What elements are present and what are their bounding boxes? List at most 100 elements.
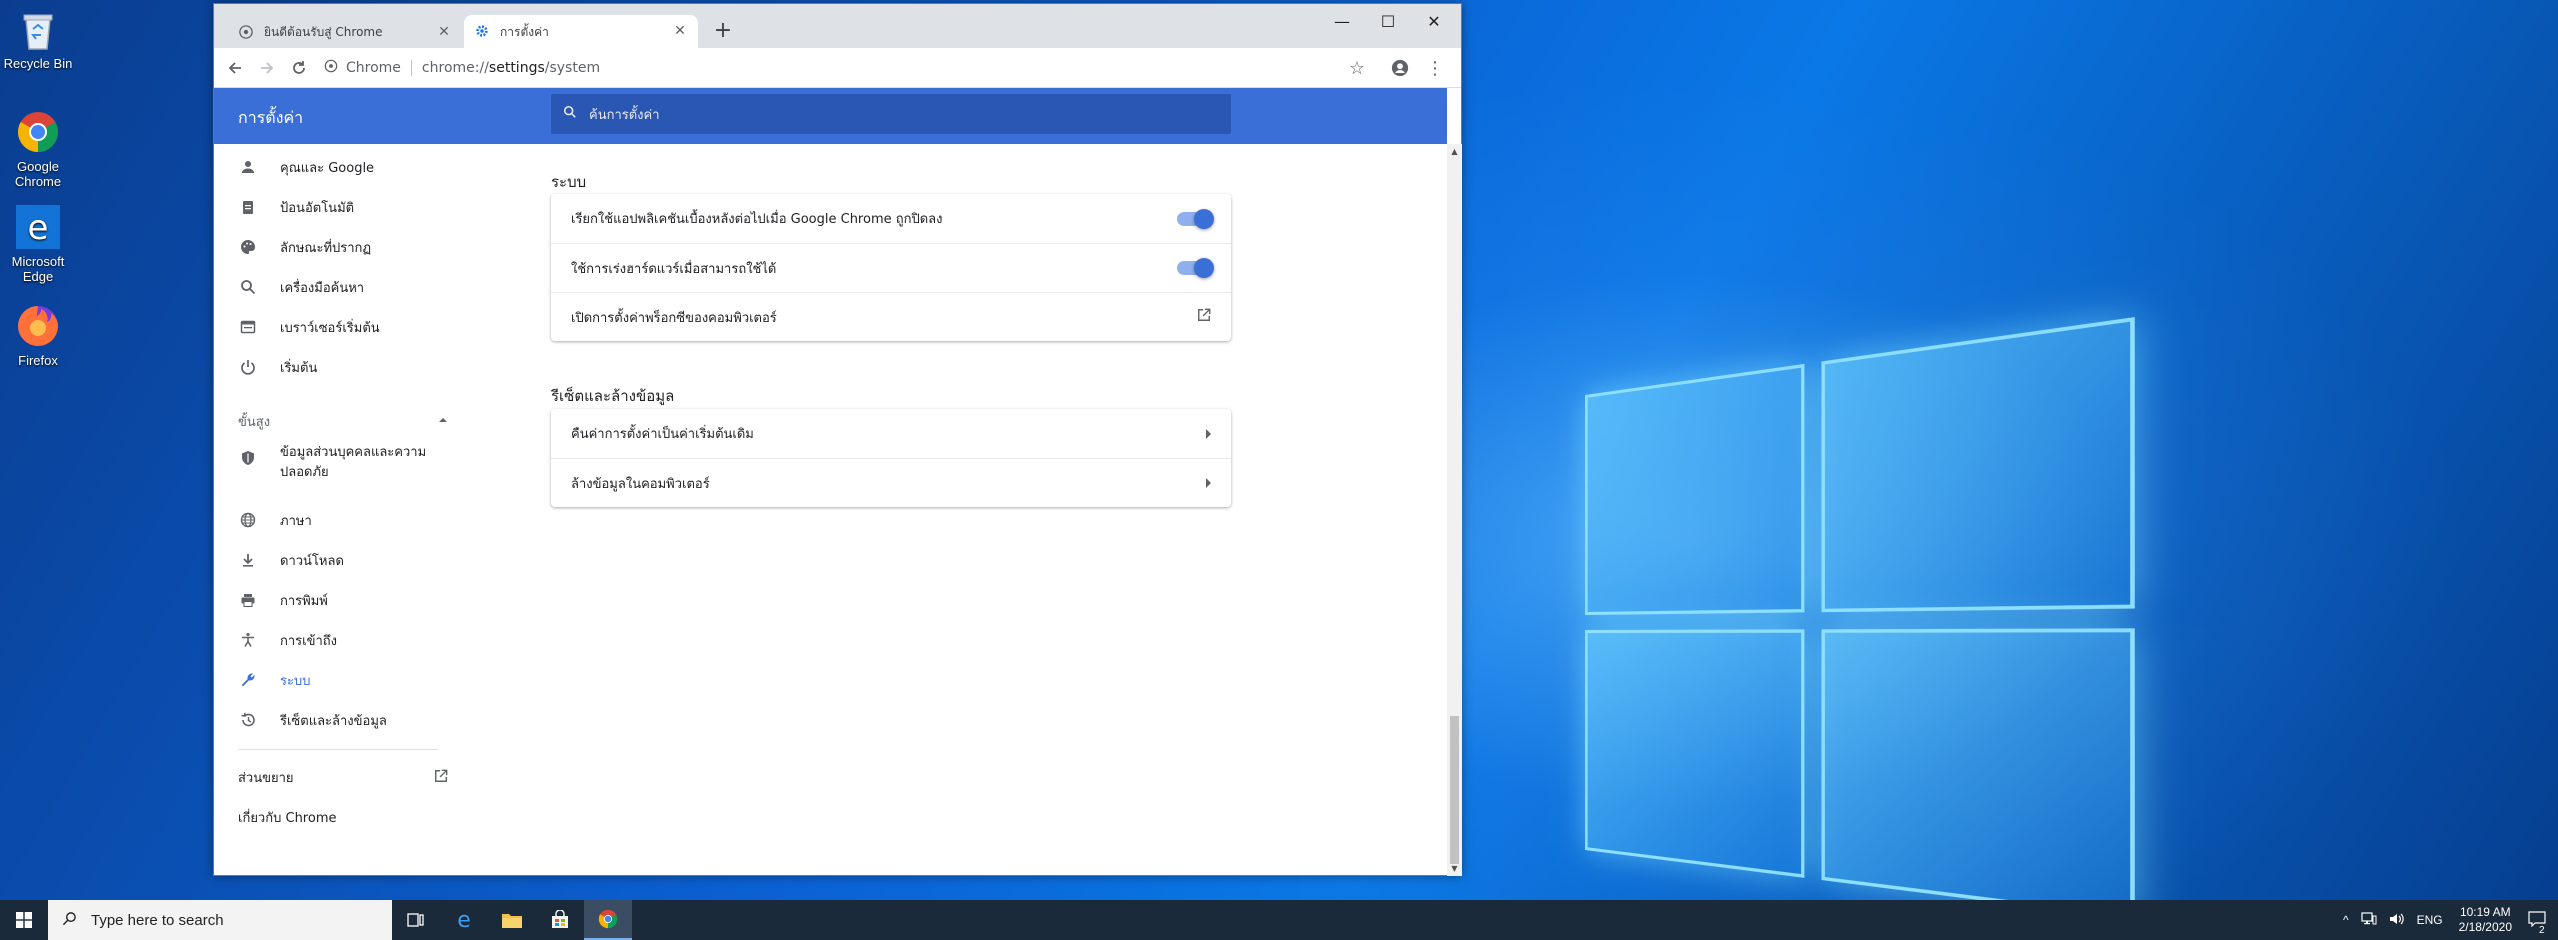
sidebar-item-label: ส่วนขยาย xyxy=(238,771,294,786)
arrow-right-icon xyxy=(1206,478,1211,488)
sidebar-item-system[interactable]: ระบบ xyxy=(214,660,464,700)
chrome-icon xyxy=(598,909,618,929)
new-tab-button[interactable]: + xyxy=(709,18,737,46)
sidebar-item-privacy[interactable]: ข้อมูลส่วนบุคคลและความปลอดภัย xyxy=(214,437,464,489)
windows-logo-wallpaper xyxy=(1585,317,2135,900)
sidebar-item-accessibility[interactable]: การเข้าถึง xyxy=(214,620,464,660)
taskbar-file-explorer[interactable] xyxy=(488,900,536,940)
toolbar: Chrome chrome://settings/system ☆ ⋮ xyxy=(214,48,1461,88)
sidebar-item-search-engine[interactable]: เครื่องมือค้นหา xyxy=(214,267,464,307)
edge-icon: e xyxy=(14,203,62,251)
volume-icon[interactable] xyxy=(2383,912,2411,929)
settings-sidebar: คุณและ Google ป้อนอัตโนมัติ ลักษณะที่ปรา… xyxy=(214,144,464,874)
desktop-icon-edge[interactable]: e Microsoft Edge xyxy=(0,203,76,284)
system-card: เรียกใช้แอปพลิเคชันเบื้องหลังต่อไปเมื่อ … xyxy=(551,194,1231,341)
vertical-scrollbar[interactable]: ▲ ▼ xyxy=(1447,144,1462,876)
task-view-button[interactable] xyxy=(392,900,440,940)
sidebar-item-extensions[interactable]: ส่วนขยาย xyxy=(238,767,448,788)
sidebar-item-label: เริ่มต้น xyxy=(280,360,318,376)
language-indicator[interactable]: ENG xyxy=(2411,913,2449,927)
setting-row-clean-up-computer[interactable]: ล้างข้อมูลในคอมพิวเตอร์ xyxy=(551,458,1231,507)
tab-close-icon[interactable]: ✕ xyxy=(672,23,688,39)
clock-date: 2/18/2020 xyxy=(2458,920,2512,934)
minimize-button[interactable]: — xyxy=(1319,4,1365,40)
reset-card: คืนค่าการตั้งค่าเป็นค่าเริ่มต้นเดิม ล้าง… xyxy=(551,409,1231,507)
profile-icon[interactable] xyxy=(1384,52,1416,84)
setting-label: ใช้การเร่งฮาร์ดแวร์เมื่อสามารถใช้ได้ xyxy=(571,261,777,277)
back-button[interactable] xyxy=(219,52,251,84)
sidebar-item-appearance[interactable]: ลักษณะที่ปรากฏ xyxy=(214,227,464,267)
desktop-icon-recycle-bin[interactable]: Recycle Bin xyxy=(0,5,76,71)
sidebar-item-on-startup[interactable]: เริ่มต้น xyxy=(214,347,464,387)
setting-row-background-apps[interactable]: เรียกใช้แอปพลิเคชันเบื้องหลังต่อไปเมื่อ … xyxy=(551,194,1231,243)
tab-title: การตั้งค่า xyxy=(500,25,549,39)
tab-welcome[interactable]: ยินดีต้อนรับสู่ Chrome ✕ xyxy=(228,16,462,48)
sidebar-advanced-toggle[interactable]: ขั้นสูง xyxy=(238,409,448,433)
forward-button[interactable] xyxy=(251,52,283,84)
sidebar-item-downloads[interactable]: ดาวน์โหลด xyxy=(214,540,464,580)
shield-icon xyxy=(238,448,258,468)
taskbar-chrome[interactable] xyxy=(584,900,632,940)
setting-row-proxy[interactable]: เปิดการตั้งค่าพร็อกซีของคอมพิวเตอร์ xyxy=(551,292,1231,341)
desktop-icon-firefox[interactable]: Firefox xyxy=(0,302,76,368)
sidebar-item-printing[interactable]: การพิมพ์ xyxy=(214,580,464,620)
sidebar-item-about[interactable]: เกี่ยวกับ Chrome xyxy=(238,807,448,828)
address-url: chrome://settings/system xyxy=(421,60,601,76)
action-center-button[interactable]: 2 xyxy=(2522,910,2558,936)
sidebar-item-languages[interactable]: ภาษา xyxy=(214,500,464,540)
chrome-favicon-icon xyxy=(238,24,254,40)
setting-row-hardware-acceleration[interactable]: ใช้การเร่งฮาร์ดแวร์เมื่อสามารถใช้ได้ xyxy=(551,243,1231,292)
taskbar-search-placeholder: Type here to search xyxy=(91,911,224,929)
hardware-acceleration-toggle[interactable] xyxy=(1177,258,1214,278)
sidebar-item-label: ระบบ xyxy=(280,673,311,689)
scroll-down-arrow-icon[interactable]: ▼ xyxy=(1450,864,1459,873)
taskbar-edge[interactable]: e xyxy=(440,900,488,940)
sidebar-item-reset[interactable]: รีเซ็ตและล้างข้อมูล xyxy=(214,700,464,740)
network-icon[interactable] xyxy=(2355,911,2383,929)
chevron-up-icon[interactable]: ^ xyxy=(2337,913,2355,927)
chrome-icon xyxy=(14,108,62,156)
desktop-icon-label: Google Chrome xyxy=(14,159,62,189)
taskbar: Type here to search e ^ ENG 10:19 AM 2/1… xyxy=(0,900,2558,940)
tab-close-icon[interactable]: ✕ xyxy=(436,24,452,40)
external-link-icon xyxy=(434,769,448,787)
chrome-window: ยินดีต้อนรับสู่ Chrome ✕ การตั้งค่า ✕ + … xyxy=(213,3,1462,876)
settings-header: การตั้งค่า ค้นการตั้งค่า xyxy=(214,88,1447,144)
person-icon xyxy=(238,157,258,177)
setting-label: เรียกใช้แอปพลิเคชันเบื้องหลังต่อไปเมื่อ … xyxy=(571,212,943,227)
address-bar[interactable]: Chrome chrome://settings/system xyxy=(324,54,1401,82)
taskbar-search-input[interactable]: Type here to search xyxy=(48,900,392,940)
sidebar-item-default-browser[interactable]: เบราว์เซอร์เริ่มต้น xyxy=(214,307,464,347)
start-button[interactable] xyxy=(0,900,48,940)
close-button[interactable]: ✕ xyxy=(1411,4,1457,40)
notification-count: 2 xyxy=(2539,924,2545,936)
svg-text:e: e xyxy=(28,208,49,248)
sidebar-item-autofill[interactable]: ป้อนอัตโนมัติ xyxy=(214,187,464,227)
section-title-reset: รีเซ็ตและล้างข้อมูล xyxy=(551,387,675,405)
background-apps-toggle[interactable] xyxy=(1177,208,1214,229)
sidebar-item-you-and-google[interactable]: คุณและ Google xyxy=(214,147,464,187)
scrollbar-thumb[interactable] xyxy=(1450,716,1459,864)
settings-search-input[interactable]: ค้นการตั้งค่า xyxy=(551,94,1231,134)
desktop-icon-label: Firefox xyxy=(18,353,58,368)
setting-row-restore-defaults[interactable]: คืนค่าการตั้งค่าเป็นค่าเริ่มต้นเดิม xyxy=(551,409,1231,458)
browser-icon xyxy=(238,317,258,337)
search-icon xyxy=(238,277,258,297)
desktop-icon-label: Microsoft Edge xyxy=(11,254,65,284)
system-tray: ^ ENG 10:19 AM 2/18/2020 2 xyxy=(2337,900,2558,940)
menu-kebab-icon[interactable]: ⋮ xyxy=(1419,52,1451,84)
desktop-icon-label: Recycle Bin xyxy=(3,56,73,71)
search-icon xyxy=(62,911,77,930)
reload-button[interactable] xyxy=(283,52,315,84)
external-link-icon[interactable] xyxy=(1197,308,1211,326)
desktop-icon-chrome[interactable]: Google Chrome xyxy=(0,108,76,189)
tab-title: ยินดีต้อนรับสู่ Chrome xyxy=(264,24,383,39)
scroll-up-arrow-icon[interactable]: ▲ xyxy=(1450,147,1459,156)
site-info-icon[interactable] xyxy=(324,59,338,77)
taskbar-store[interactable] xyxy=(536,900,584,940)
sidebar-item-label: เกี่ยวกับ Chrome xyxy=(238,811,337,826)
bookmark-star-icon[interactable]: ☆ xyxy=(1341,52,1373,84)
clock[interactable]: 10:19 AM 2/18/2020 xyxy=(2449,905,2522,935)
address-chip: Chrome xyxy=(346,60,401,76)
maximize-button[interactable]: ☐ xyxy=(1365,4,1411,40)
